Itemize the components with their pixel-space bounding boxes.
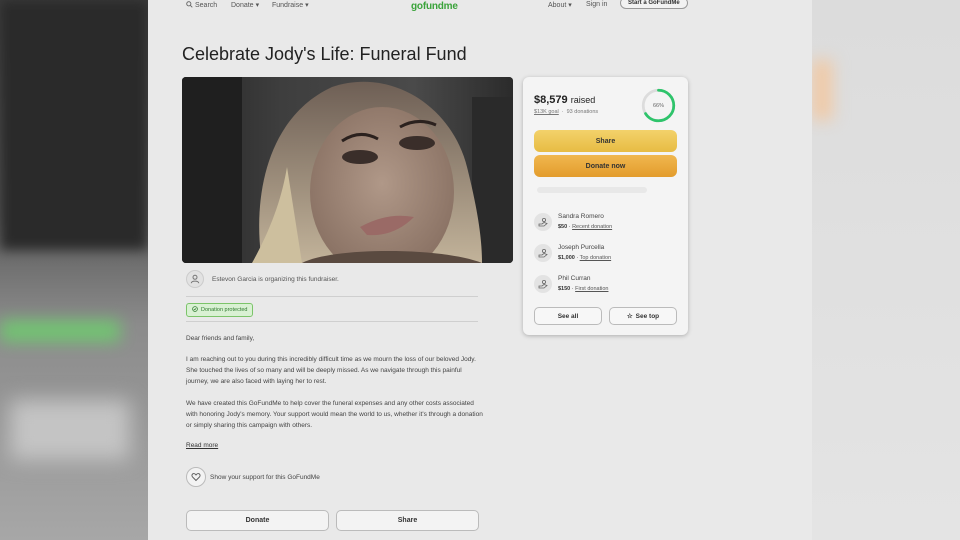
faint-row (537, 187, 647, 193)
goal-line: $13K goal · 93 donations (534, 109, 598, 115)
campaign-photo-image (182, 77, 513, 263)
donor-tag[interactable]: Recent donation (572, 224, 612, 230)
story-paragraph: I am reaching out to you during this inc… (186, 356, 476, 385)
gofundme-logo[interactable]: gofundme (411, 1, 458, 12)
raised-value: $8,579 (534, 94, 568, 106)
heart-icon[interactable] (186, 467, 206, 487)
support-text: Show your support for this GoFundMe (210, 473, 320, 481)
blurred-background-right (812, 0, 960, 540)
story-paragraph: Dear friends and family, (186, 335, 255, 342)
separator: · (561, 109, 564, 115)
chevron-down-icon: ▾ (305, 2, 309, 9)
nav-donate-label: Donate (231, 1, 254, 9)
nav-sign-in[interactable]: Sign in (586, 1, 607, 8)
donation-card: $8,579 raised $13K goal · 93 donations 6… (523, 77, 688, 335)
donation-protected-badge[interactable]: Donation protected (186, 303, 254, 317)
organizer-row: Estevon Garcia is organizing this fundra… (186, 270, 339, 288)
donor-amount: $50 (558, 224, 568, 230)
bottom-share-button[interactable]: Share (336, 510, 479, 531)
chevron-down-icon: ▾ (568, 2, 572, 9)
top-nav: Search Donate ▾ Fundraise ▾ gofundme Abo… (148, 0, 812, 12)
organizer-text: Estevon Garcia is organizing this fundra… (212, 275, 339, 283)
support-row[interactable]: Show your support for this GoFundMe (186, 467, 320, 487)
divider (186, 321, 478, 322)
donor-tag[interactable]: Top donation (580, 255, 612, 261)
see-top-button[interactable]: ☆ See top (609, 307, 677, 325)
share-button[interactable]: Share (534, 130, 677, 152)
donor-meta: $150 · First donation (558, 286, 609, 292)
donor-name: Joseph Purcella (558, 244, 605, 251)
nav-donate[interactable]: Donate ▾ (231, 1, 260, 10)
donor-name: Phil Curran (558, 275, 591, 282)
donor-name: Sandra Romero (558, 213, 604, 220)
blurred-background-left (0, 0, 148, 540)
donations-count: 93 donations (566, 109, 599, 115)
nav-about-label: About (548, 1, 567, 9)
see-top-label: See top (635, 312, 660, 320)
donor-row: Sandra Romero $50 · Recent donation (534, 213, 612, 231)
divider (186, 296, 478, 297)
donate-now-button[interactable]: Donate now (534, 155, 677, 177)
goal-link[interactable]: $13K goal (534, 109, 559, 115)
bottom-donate-button[interactable]: Donate (186, 510, 329, 531)
donation-hand-icon (534, 244, 552, 262)
donor-amount: $1,000 (558, 255, 575, 261)
donor-amount: $150 (558, 286, 571, 292)
nav-search[interactable]: Search (186, 1, 217, 10)
nav-about[interactable]: About ▾ (548, 1, 572, 10)
background-blur-green (0, 320, 120, 342)
nav-search-label: Search (195, 2, 218, 9)
background-blur-orange (812, 60, 832, 120)
badge-label: Donation protected (201, 307, 248, 313)
donor-meta: $1,000 · Top donation (558, 255, 612, 261)
user-icon (186, 270, 204, 288)
chevron-down-icon: ▾ (255, 2, 260, 9)
donor-meta: $50 · Recent donation (558, 224, 613, 230)
story-paragraph: We have created this GoFundMe to help co… (186, 400, 483, 429)
background-blur-light (10, 400, 130, 460)
start-gofundme-button[interactable]: Start a GoFundMe (620, 0, 688, 9)
raised-suffix: raised (570, 95, 596, 105)
nav-fundraise[interactable]: Fundraise ▾ (272, 1, 309, 10)
campaign-photo[interactable] (182, 77, 513, 263)
donor-tag[interactable]: First donation (575, 286, 608, 292)
donation-hand-icon (534, 275, 552, 293)
read-more-link[interactable]: Read more (186, 442, 218, 449)
donor-row: Phil Curran $150 · First donation (534, 275, 608, 293)
see-all-button[interactable]: See all (534, 307, 602, 325)
raised-amount: $8,579 raised (534, 94, 595, 106)
search-icon (186, 1, 193, 10)
page-title: Celebrate Jody's Life: Funeral Fund (182, 44, 467, 64)
shield-check-icon (192, 306, 198, 314)
see-all-label: See all (557, 312, 579, 320)
donor-row: Joseph Purcella $1,000 · Top donation (534, 244, 611, 262)
fundraiser-page: Search Donate ▾ Fundraise ▾ gofundme Abo… (148, 0, 812, 540)
donation-hand-icon (534, 213, 552, 231)
progress-label: 66% (652, 102, 664, 109)
star-icon: ☆ (626, 313, 633, 320)
background-blur-dark (0, 0, 148, 250)
nav-fundraise-label: Fundraise (272, 1, 304, 9)
